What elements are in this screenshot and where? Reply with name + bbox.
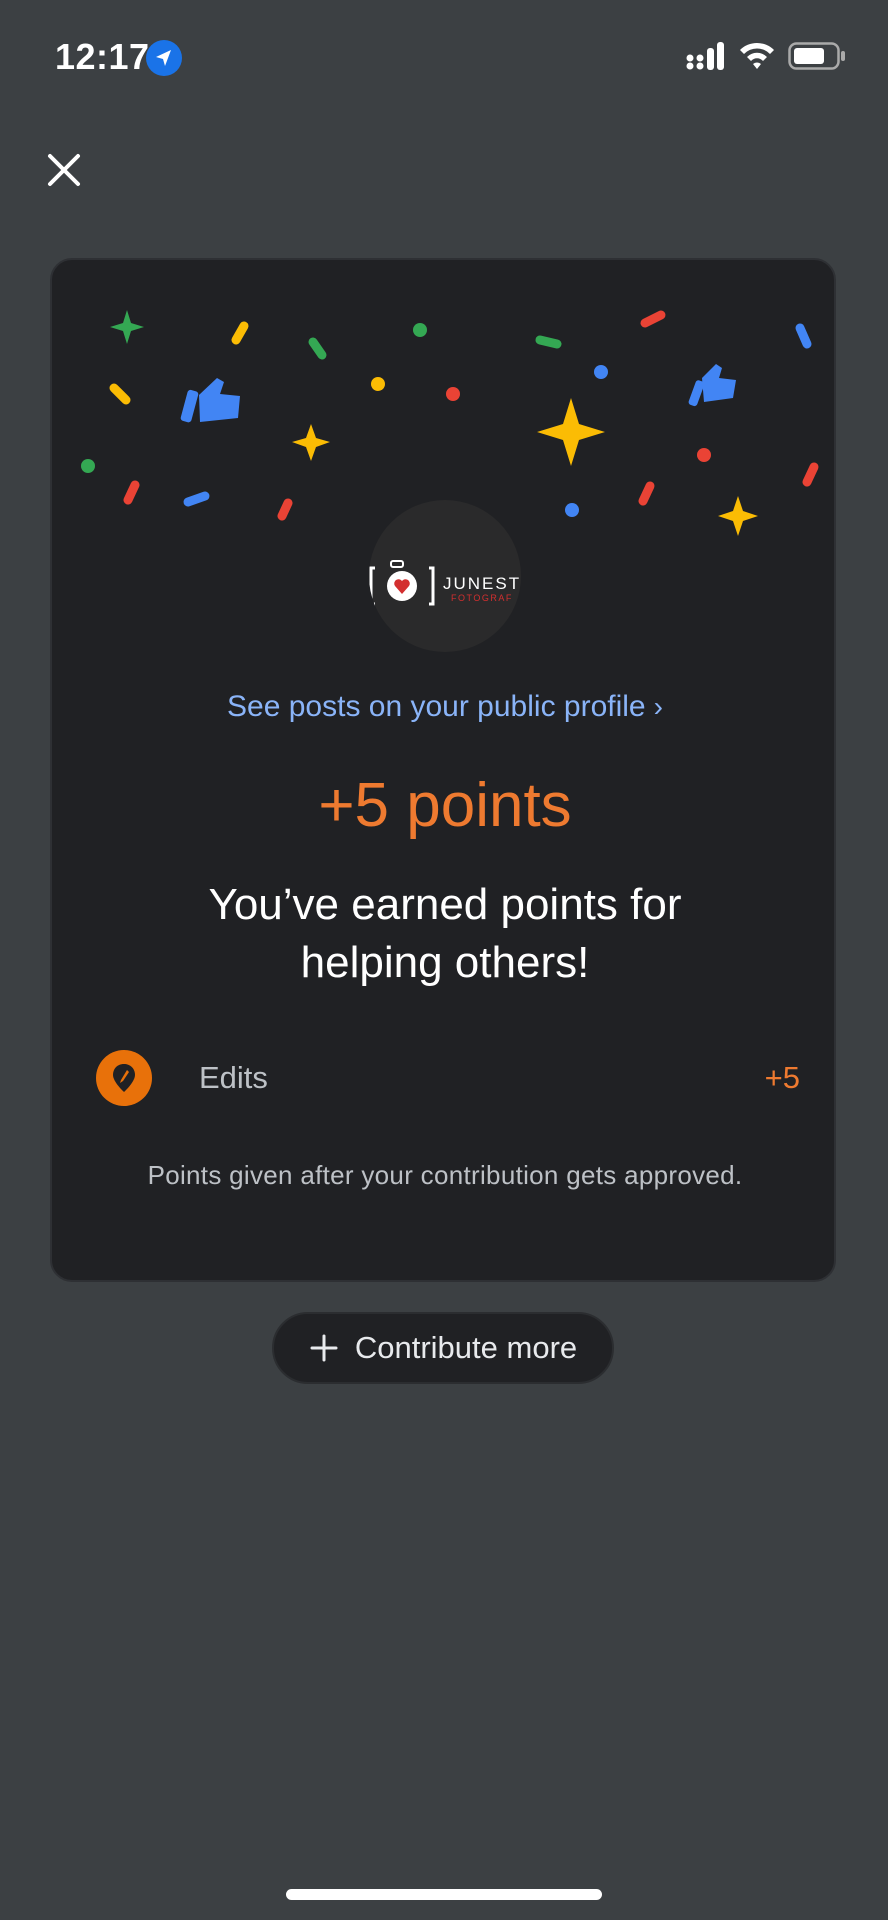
contribute-more-label: Contribute more	[354, 1330, 578, 1365]
status-time: 12:17	[55, 36, 150, 77]
logo-subtext: FOTOGRAF	[451, 593, 513, 603]
chevron-right-icon: ›	[653, 691, 663, 722]
status-bar: 12:17	[0, 0, 888, 110]
plus-icon	[310, 1334, 338, 1362]
signal-icon	[686, 42, 724, 70]
map-pin-edit-icon	[96, 1050, 152, 1106]
close-button[interactable]	[40, 146, 88, 194]
battery-icon	[788, 42, 845, 70]
junest-fotograf-logo: JUNEST FOTOGRAF	[369, 560, 521, 606]
points-title: +5 points	[318, 771, 572, 840]
points-row-edits: Edits +5	[96, 1050, 800, 1106]
edits-label: Edits	[199, 1060, 268, 1095]
contribute-more-button[interactable]: Contribute more	[272, 1312, 614, 1384]
public-profile-link-label: See posts on your public profile	[227, 690, 646, 723]
close-icon	[48, 154, 80, 186]
wifi-icon	[740, 42, 774, 69]
earned-message: You’ve earned points for helping others!	[208, 880, 682, 987]
location-arrow-icon	[146, 40, 182, 76]
approval-footnote: Points given after your contribution get…	[147, 1160, 743, 1190]
edits-points: +5	[764, 1060, 800, 1095]
logo-text: JUNEST	[443, 574, 521, 593]
home-indicator[interactable]	[286, 1889, 602, 1900]
points-card: JUNEST FOTOGRAF See posts on your public…	[50, 258, 836, 1282]
avatar: JUNEST FOTOGRAF	[369, 500, 521, 652]
public-profile-link[interactable]: See posts on your public profile ›	[52, 690, 834, 724]
